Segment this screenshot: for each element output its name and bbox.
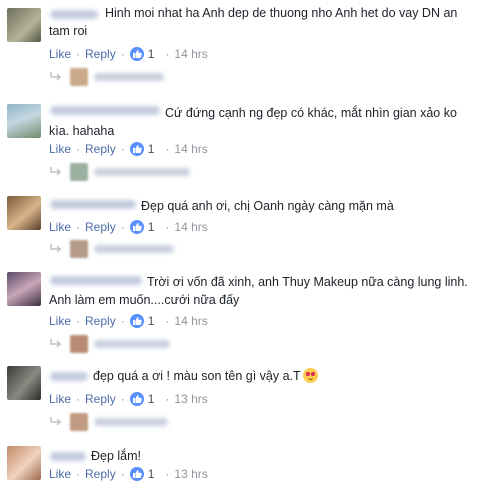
timestamp[interactable]: 14 hrs xyxy=(174,142,207,156)
reply-link[interactable]: Reply xyxy=(85,220,116,234)
reply-author xyxy=(94,245,174,253)
reply-avatar xyxy=(70,413,88,431)
separator: · xyxy=(165,392,170,406)
like-link[interactable]: Like xyxy=(49,314,71,328)
reply-avatar xyxy=(70,68,88,86)
reply-link[interactable]: Reply xyxy=(85,467,116,481)
reply-arrow-icon xyxy=(50,417,62,426)
thumbs-up-icon[interactable] xyxy=(129,220,144,234)
reply-author xyxy=(94,418,168,426)
avatar[interactable] xyxy=(7,196,41,230)
avatar[interactable] xyxy=(7,446,41,480)
like-count[interactable]: 1 xyxy=(148,142,155,156)
reply-arrow-icon xyxy=(50,339,62,348)
reply-link[interactable]: Reply xyxy=(85,314,116,328)
reply-preview[interactable] xyxy=(50,66,164,88)
separator: · xyxy=(165,142,170,156)
reply-preview[interactable] xyxy=(50,161,190,183)
separator: · xyxy=(76,467,81,481)
comment-actions: Like · Reply · 1 · 13 hrs xyxy=(49,391,208,407)
timestamp[interactable]: 13 hrs xyxy=(174,392,207,406)
thumbs-up-icon[interactable] xyxy=(129,314,144,328)
like-link[interactable]: Like xyxy=(49,392,71,406)
reply-link[interactable]: Reply xyxy=(85,142,116,156)
reply-preview[interactable] xyxy=(50,333,170,355)
thumbs-up-icon[interactable] xyxy=(129,142,144,156)
separator: · xyxy=(76,392,81,406)
separator: · xyxy=(76,220,81,234)
separator: · xyxy=(76,47,81,61)
reply-avatar xyxy=(70,335,88,353)
like-count[interactable]: 1 xyxy=(148,467,155,481)
comment-text-content: đẹp quá a ơi ! màu son tên gì vậy a.T xyxy=(93,369,301,383)
avatar[interactable] xyxy=(7,104,41,138)
like-count[interactable]: 1 xyxy=(148,47,155,61)
separator: · xyxy=(120,314,125,328)
reply-arrow-icon xyxy=(50,244,62,253)
comment-actions: Like · Reply · 1 · 14 hrs xyxy=(49,46,208,62)
timestamp[interactable]: 14 hrs xyxy=(174,314,207,328)
like-link[interactable]: Like xyxy=(49,47,71,61)
comment-text: Đẹp lắm! xyxy=(91,449,142,463)
avatar[interactable] xyxy=(7,272,41,306)
like-count[interactable]: 1 xyxy=(148,220,155,234)
separator: · xyxy=(165,47,170,61)
reply-author xyxy=(94,340,170,348)
like-link[interactable]: Like xyxy=(49,220,71,234)
comment-actions: Like · Reply · 1 · 13 hrs xyxy=(49,466,208,481)
thumbs-up-icon[interactable] xyxy=(129,467,144,481)
timestamp[interactable]: 14 hrs xyxy=(174,220,207,234)
reply-link[interactable]: Reply xyxy=(85,392,116,406)
reply-avatar xyxy=(70,240,88,258)
avatar[interactable] xyxy=(7,8,41,42)
like-link[interactable]: Like xyxy=(49,467,71,481)
timestamp[interactable]: 13 hrs xyxy=(174,467,207,481)
like-link[interactable]: Like xyxy=(49,142,71,156)
reply-preview[interactable] xyxy=(50,411,168,433)
reply-link[interactable]: Reply xyxy=(85,47,116,61)
separator: · xyxy=(165,467,170,481)
comment-text: Hinh moi nhat ha Anh dep de thuong nho A… xyxy=(49,6,458,38)
separator: · xyxy=(76,142,81,156)
reply-arrow-icon xyxy=(50,167,62,176)
separator: · xyxy=(120,467,125,481)
separator: · xyxy=(120,220,125,234)
thumbs-up-icon[interactable] xyxy=(129,47,144,61)
reply-avatar xyxy=(70,163,88,181)
thumbs-up-icon[interactable] xyxy=(129,392,144,406)
comment-text: Đẹp quá anh ơi, chị Oanh ngày càng mặn m… xyxy=(141,199,394,213)
comment-actions: Like · Reply · 1 · 14 hrs xyxy=(49,141,208,157)
smiling-face-icon xyxy=(302,368,318,383)
comment-actions: Like · Reply · 1 · 14 hrs xyxy=(49,313,208,329)
timestamp[interactable]: 14 hrs xyxy=(174,47,207,61)
separator: · xyxy=(120,142,125,156)
reply-author xyxy=(94,168,190,176)
comment-text: Cứ đứng cạnh ng đẹp có khác, mắt nhìn gi… xyxy=(49,106,457,138)
reply-author xyxy=(94,73,164,81)
like-count[interactable]: 1 xyxy=(148,314,155,328)
comment-actions: Like · Reply · 1 · 14 hrs xyxy=(49,219,208,235)
separator: · xyxy=(120,47,125,61)
reply-preview[interactable] xyxy=(50,238,174,260)
comment-text: đẹp quá a ơi ! màu son tên gì vậy a.T xyxy=(49,367,479,385)
avatar[interactable] xyxy=(7,366,41,400)
comment-text: Trời ơi vốn đã xinh, anh Thuy Makeup nữa… xyxy=(49,275,468,307)
reply-arrow-icon xyxy=(50,72,62,81)
separator: · xyxy=(120,392,125,406)
separator: · xyxy=(165,314,170,328)
separator: · xyxy=(165,220,170,234)
separator: · xyxy=(76,314,81,328)
like-count[interactable]: 1 xyxy=(148,392,155,406)
